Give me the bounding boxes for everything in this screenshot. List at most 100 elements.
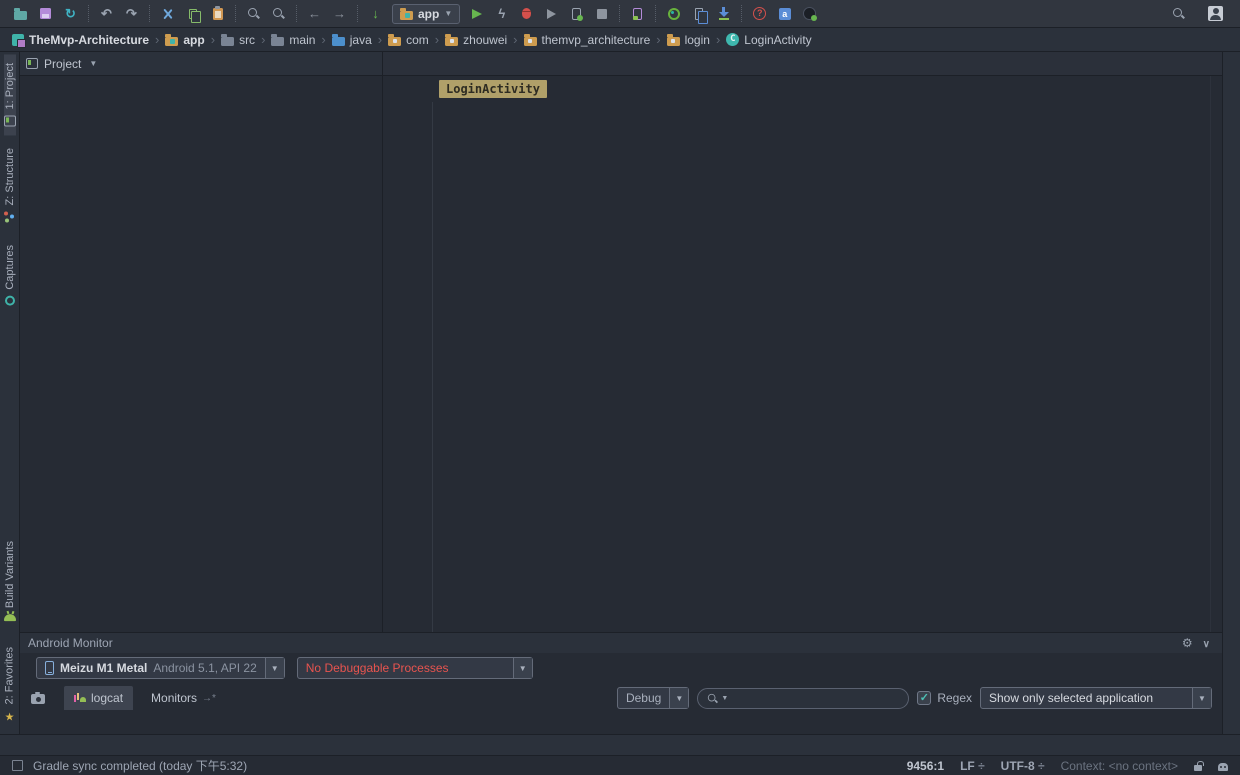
process-combo[interactable]: No Debuggable Processes ▼ [297, 657, 533, 679]
toolbar-icons: app▼ [8, 2, 822, 26]
paste-button[interactable] [205, 2, 230, 26]
breadcrumb-item-themvp_architecture[interactable]: themvp_architecture [522, 33, 653, 47]
breadcrumb-item-login[interactable]: login [665, 33, 712, 47]
chevron-down-icon[interactable]: ▼ [89, 59, 97, 68]
main-area: 1: Project Z: Structure Captures Build Vari… [0, 52, 1240, 734]
structure-icon [4, 212, 15, 223]
hector-icon[interactable] [1218, 763, 1228, 771]
gradle-icon [668, 8, 680, 20]
gradle-button[interactable] [661, 2, 686, 26]
attach-button[interactable] [625, 2, 650, 26]
forward-button[interactable] [327, 2, 352, 26]
breadcrumb-item-src[interactable]: src [219, 33, 257, 47]
captures-icon [5, 296, 15, 306]
bug-button[interactable] [514, 2, 539, 26]
breadcrumb-separator: › [716, 32, 720, 47]
run-button[interactable] [464, 2, 489, 26]
tool-strip-tab-captures[interactable]: Captures [4, 236, 16, 315]
gear-icon[interactable] [1182, 636, 1193, 650]
chevron-down-icon[interactable]: ▼ [265, 658, 284, 678]
sync-button[interactable] [58, 2, 83, 26]
lock-icon[interactable] [1194, 765, 1202, 771]
logcat-search-input[interactable] [730, 691, 900, 705]
logcat-console[interactable] [20, 713, 1222, 734]
chevron-down-icon[interactable]: ▼ [513, 658, 532, 678]
bug-icon [522, 8, 531, 19]
tool-strip-tab-build-variants[interactable]: Build Variants [4, 532, 16, 633]
redo-icon [126, 7, 137, 20]
device-combo[interactable]: Meizu M1 Metal Android 5.1, API 22 ▼ [36, 657, 285, 679]
bolt-button[interactable] [489, 2, 514, 26]
save-button[interactable] [33, 2, 58, 26]
search-button[interactable] [1166, 2, 1191, 26]
breadcrumb-label: zhouwei [463, 33, 507, 47]
code-area[interactable]: LoginActivity [383, 76, 1222, 632]
tool-strip-tab-2-favorites[interactable]: 2: Favorites [3, 638, 16, 732]
filter-value: Show only selected application [989, 691, 1153, 705]
line-separator[interactable]: LF [960, 759, 985, 773]
breadcrumb-item-java[interactable]: java [330, 33, 374, 47]
breadcrumb-label: LoginActivity [744, 33, 811, 47]
filter-combo[interactable]: Show only selected application ▼ [980, 687, 1212, 709]
avatar-button[interactable] [1203, 2, 1228, 26]
file-encoding[interactable]: UTF-8 [1001, 759, 1045, 773]
tab-logcat[interactable]: logcat [64, 686, 133, 710]
screenshot-icon[interactable] [31, 694, 45, 704]
breadcrumb-item-zhouwei[interactable]: zhouwei [443, 33, 509, 47]
tool-strip-tab-z-structure[interactable]: Z: Structure [4, 139, 16, 231]
record-button[interactable] [797, 2, 822, 26]
help-button[interactable] [747, 2, 772, 26]
tool-strip-label: 1: Project [4, 63, 16, 109]
regex-checkbox[interactable] [917, 691, 931, 705]
stop-button[interactable] [589, 2, 614, 26]
log-level-combo[interactable]: Debug ▼ [617, 687, 689, 709]
folder-gray-icon [271, 37, 284, 46]
hide-panel-icon[interactable] [1203, 636, 1210, 650]
breadcrumb-item-TheMvp-Architecture[interactable]: TheMvp-Architecture [10, 33, 151, 47]
sdk-button[interactable] [711, 2, 736, 26]
toolwindow-toggle-icon[interactable] [12, 760, 23, 771]
regex-option[interactable]: Regex [917, 691, 972, 705]
profile-button[interactable] [539, 2, 564, 26]
undo-button[interactable] [94, 2, 119, 26]
copy-icon [189, 9, 197, 19]
breadcrumb-item-main[interactable]: main [269, 33, 317, 47]
translate-button[interactable] [772, 2, 797, 26]
tab-monitors[interactable]: Monitors →* [141, 686, 226, 710]
breadcrumb-item-app[interactable]: app [163, 33, 206, 47]
code-lines[interactable] [433, 102, 1210, 632]
profile-icon [547, 9, 556, 19]
run-config-combo[interactable]: app▼ [392, 4, 460, 24]
copy-button[interactable] [180, 2, 205, 26]
editor-gutter[interactable] [383, 102, 433, 632]
context-indicator[interactable]: Context: <no context> [1061, 759, 1178, 773]
error-stripe[interactable] [1210, 76, 1222, 632]
caret-position[interactable]: 9456:1 [907, 759, 944, 773]
update-icon [372, 7, 379, 20]
search-button[interactable] [241, 2, 266, 26]
logcat-search[interactable]: ▼ [697, 688, 909, 709]
status-message: Gradle sync completed (today 下午5:32) [33, 757, 247, 774]
editor: LoginActivity [383, 52, 1222, 632]
replace-button[interactable] [266, 2, 291, 26]
bolt-icon [498, 7, 505, 20]
update-button[interactable] [363, 2, 388, 26]
back-button[interactable] [302, 2, 327, 26]
status-bar: Gradle sync completed (today 下午5:32) 945… [0, 755, 1240, 775]
open-button[interactable] [8, 2, 33, 26]
chevron-down-icon[interactable]: ▼ [669, 688, 688, 708]
chevron-down-icon[interactable]: ▼ [1192, 688, 1211, 708]
redo-button[interactable] [119, 2, 144, 26]
avd-button[interactable] [686, 2, 711, 26]
rundevice-button[interactable] [564, 2, 589, 26]
project-panel-title[interactable]: Project [44, 57, 81, 71]
sdk-icon [719, 7, 729, 20]
breadcrumb-item-com[interactable]: com [386, 33, 431, 47]
cut-button[interactable] [155, 2, 180, 26]
breadcrumb-item-LoginActivity[interactable]: LoginActivity [724, 33, 813, 47]
pkg-icon [445, 37, 458, 46]
tool-strip-tab-1-project[interactable]: 1: Project [4, 54, 16, 135]
android-studio-window: app▼ TheMvp-Architecture›app›src›main›ja… [0, 0, 1240, 775]
breadcrumb-label: com [406, 33, 429, 47]
breadcrumb-label: java [350, 33, 372, 47]
